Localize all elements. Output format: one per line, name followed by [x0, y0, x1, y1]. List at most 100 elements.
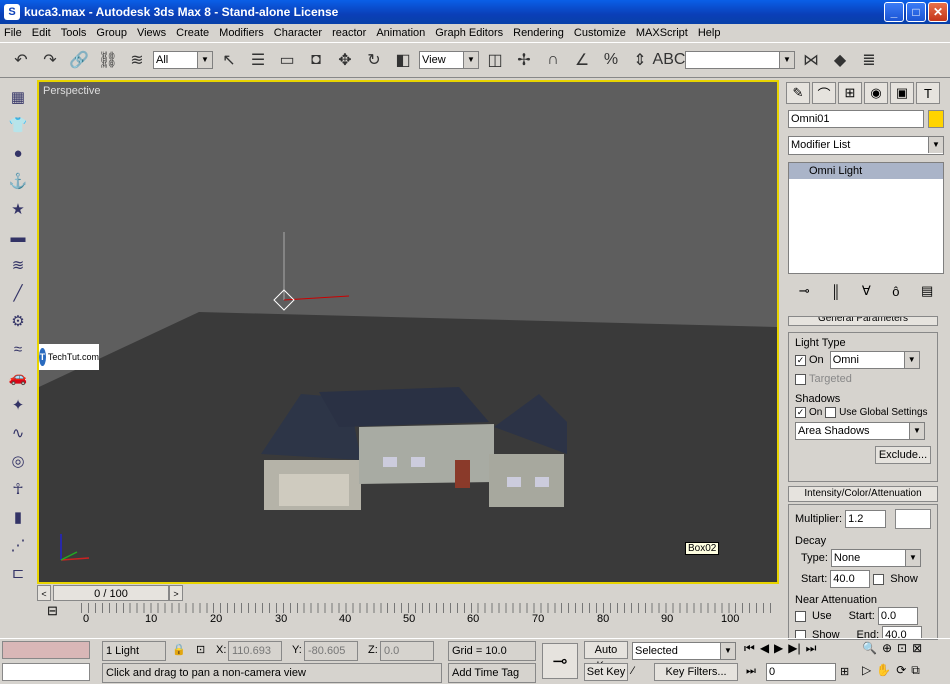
menu-edit[interactable]: Edit — [32, 27, 51, 39]
modifier-stack[interactable]: Omni Light — [788, 162, 944, 274]
manipulate-icon[interactable]: ✢ — [511, 46, 537, 74]
play-icon[interactable]: ▶ — [774, 641, 783, 656]
mini-curve-editor-icon[interactable]: ⊟ — [47, 603, 58, 619]
deforming-mesh-icon[interactable]: ★ — [7, 198, 29, 220]
set-key-button[interactable]: Set Key — [584, 663, 628, 681]
cloth-collection-icon[interactable]: 👕 — [7, 114, 29, 136]
key-mode-toggle-icon[interactable]: ⏭ — [746, 665, 756, 678]
point-to-point-icon[interactable]: ⋰ — [7, 534, 29, 556]
object-color-swatch[interactable] — [928, 110, 944, 128]
configure-modifier-sets-icon[interactable]: ▤ — [921, 283, 933, 299]
arc-rotate-icon[interactable]: ⟳ — [896, 663, 906, 678]
rotate-icon[interactable]: ↻ — [361, 46, 387, 74]
move-icon[interactable]: ✥ — [332, 46, 358, 74]
maximize-button[interactable]: □ — [906, 2, 926, 22]
zoom-extents-icon[interactable]: ⊡ — [897, 641, 907, 655]
maxscript-input-field[interactable] — [2, 663, 90, 681]
mirror-icon[interactable]: ⋈ — [798, 46, 824, 74]
ragdoll-icon[interactable]: ☥ — [7, 478, 29, 500]
utilities-tab-icon[interactable]: T — [916, 82, 940, 104]
angle-snap-icon[interactable]: ∠ — [569, 46, 595, 74]
key-filters-button[interactable]: Key Filters... — [654, 663, 738, 681]
zoom-icon[interactable]: 🔍 — [862, 641, 877, 655]
toy-car-icon[interactable]: 🚗 — [7, 366, 29, 388]
make-unique-icon[interactable]: ∀ — [862, 283, 871, 299]
use-global-settings-checkbox[interactable] — [825, 407, 837, 418]
key-mode-dropdown[interactable]: Selected ▼ — [632, 642, 736, 660]
named-selection-dropdown[interactable]: ▼ — [685, 51, 795, 69]
menu-create[interactable]: Create — [176, 27, 209, 39]
spinner-snap-icon[interactable]: ⇕ — [627, 46, 653, 74]
fracture-icon[interactable]: ✦ — [7, 394, 29, 416]
close-button[interactable]: ✕ — [928, 2, 948, 22]
undo-icon[interactable]: ↶ — [8, 46, 34, 74]
near-start-field[interactable]: 0.0 — [877, 607, 918, 625]
menu-modifiers[interactable]: Modifiers — [219, 27, 264, 39]
window-crossing-icon[interactable]: ◘ — [303, 46, 329, 74]
dashpot-icon[interactable]: ╱ — [7, 282, 29, 304]
z-coordinate-field[interactable]: 0.0 — [380, 641, 434, 661]
motor-icon[interactable]: ⚙ — [7, 310, 29, 332]
wind-icon[interactable]: ≈ — [7, 338, 29, 360]
align-icon[interactable]: ◆ — [827, 46, 853, 74]
next-frame-icon[interactable]: ▶| — [788, 641, 800, 656]
menu-group[interactable]: Group — [96, 27, 127, 39]
field-of-view-icon[interactable]: ▷ — [862, 663, 871, 678]
pivot-center-icon[interactable]: ◫ — [482, 46, 508, 74]
decay-start-field[interactable]: 40.0 — [830, 570, 871, 588]
time-configuration-icon[interactable]: ⊞ — [840, 665, 849, 678]
modify-tab-icon[interactable]: ⌒ — [812, 82, 836, 104]
create-tab-icon[interactable]: ✎ — [786, 82, 810, 104]
general-parameters-header[interactable]: General Parameters — [788, 316, 938, 326]
multiplier-field[interactable]: 1.2 — [845, 510, 887, 528]
constraint-solver-icon[interactable]: ◎ — [7, 450, 29, 472]
remove-modifier-icon[interactable]: ô — [892, 284, 899, 299]
redo-icon[interactable]: ↷ — [37, 46, 63, 74]
menu-reactor[interactable]: reactor — [332, 27, 366, 39]
select-by-name-icon[interactable]: ☰ — [245, 46, 271, 74]
auto-key-button[interactable]: Auto Key — [584, 641, 628, 672]
rope-collection-icon[interactable]: ⚓ — [7, 170, 29, 192]
shadows-on-checkbox[interactable]: ✓ — [795, 407, 806, 418]
go-to-start-icon[interactable]: ⏮ — [744, 641, 755, 656]
bind-space-warp-icon[interactable]: ≋ — [124, 46, 150, 74]
menu-rendering[interactable]: Rendering — [513, 27, 564, 39]
hierarchy-tab-icon[interactable]: ⊞ — [838, 82, 862, 104]
track-bar[interactable]: ⊟ 0 10 20 30 40 50 60 70 80 90 100 — [37, 601, 779, 631]
time-prev-icon[interactable]: < — [37, 585, 51, 601]
menu-tools[interactable]: Tools — [61, 27, 87, 39]
menu-help[interactable]: Help — [698, 27, 721, 39]
pan-view-icon[interactable]: ✋ — [876, 663, 891, 678]
menu-maxscript[interactable]: MAXScript — [636, 27, 688, 39]
display-tab-icon[interactable]: ▣ — [890, 82, 914, 104]
unlink-icon[interactable]: ⛓ — [95, 46, 121, 74]
y-coordinate-field[interactable]: -80.605 — [304, 641, 358, 661]
selection-filter-dropdown[interactable]: All ▼ — [153, 51, 213, 69]
add-time-tag-button[interactable]: Add Time Tag — [448, 663, 536, 683]
stack-item-omni-light[interactable]: Omni Light — [789, 163, 943, 179]
menu-animation[interactable]: Animation — [376, 27, 425, 39]
plane-icon[interactable]: ▬ — [7, 226, 29, 248]
perspective-viewport[interactable]: Perspective T TechTut.com Box02 — [37, 80, 779, 584]
default-in-out-tangents-icon[interactable]: ∕ — [632, 665, 634, 677]
intensity-rollout-header[interactable]: Intensity/Color/Attenuation — [788, 486, 938, 502]
object-name-field[interactable]: Omni01 — [788, 110, 924, 128]
lock-selection-icon[interactable]: 🔒 — [172, 643, 186, 656]
decay-show-checkbox[interactable] — [873, 573, 885, 585]
x-coordinate-field[interactable]: 110.693 — [228, 641, 282, 661]
menu-views[interactable]: Views — [137, 27, 166, 39]
menu-graph-editors[interactable]: Graph Editors — [435, 27, 503, 39]
pin-stack-icon[interactable]: ⊸ — [799, 283, 810, 299]
select-and-link-icon[interactable]: 🔗 — [66, 46, 92, 74]
decay-type-dropdown[interactable]: None ▼ — [830, 549, 921, 567]
select-object-icon[interactable]: ↖ — [216, 46, 242, 74]
scale-icon[interactable]: ◧ — [390, 46, 416, 74]
current-frame-field[interactable]: 0 — [766, 663, 836, 681]
previous-frame-icon[interactable]: ◀ — [760, 641, 769, 656]
menu-file[interactable]: File — [4, 27, 22, 39]
snap-toggle-icon[interactable]: ∩ — [540, 46, 566, 74]
exclude-button[interactable]: Exclude... — [875, 446, 931, 465]
rectangular-selection-icon[interactable]: ▭ — [274, 46, 300, 74]
maxscript-listener-field[interactable] — [2, 641, 90, 659]
light-color-swatch[interactable] — [895, 509, 931, 529]
